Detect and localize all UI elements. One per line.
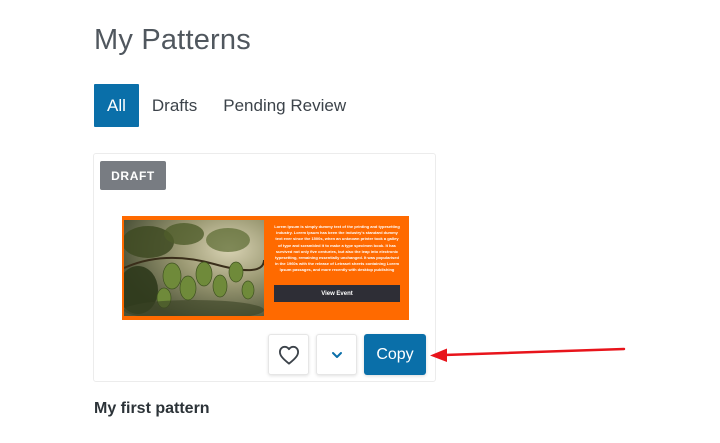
tab-drafts[interactable]: Drafts [139, 84, 210, 127]
tab-all[interactable]: All [94, 84, 139, 127]
pattern-title[interactable]: My first pattern [94, 400, 210, 418]
status-badge: DRAFT [100, 161, 166, 190]
heart-outline-icon [278, 345, 299, 365]
chevron-down-icon [331, 351, 342, 358]
preview-view-event-button: View Event [274, 285, 400, 302]
pattern-filter-tabs: All Drafts Pending Review [94, 84, 359, 127]
annotation-arrow [430, 347, 626, 362]
pattern-card: DRAFT Lorem Ipsum is simply dummy text o… [93, 153, 436, 382]
pattern-preview[interactable]: Lorem Ipsum is simply dummy text of the … [122, 216, 409, 320]
tab-pending-review[interactable]: Pending Review [210, 84, 359, 127]
hops-photo-illustration [124, 220, 264, 316]
preview-body-text: Lorem Ipsum is simply dummy text of the … [273, 224, 400, 274]
copy-button[interactable]: Copy [364, 334, 426, 375]
more-options-button[interactable] [316, 334, 357, 375]
page-title: My Patterns [94, 24, 251, 56]
pattern-card-actions: Copy [268, 334, 426, 375]
preview-hops-image [124, 220, 264, 316]
favorite-button[interactable] [268, 334, 309, 375]
